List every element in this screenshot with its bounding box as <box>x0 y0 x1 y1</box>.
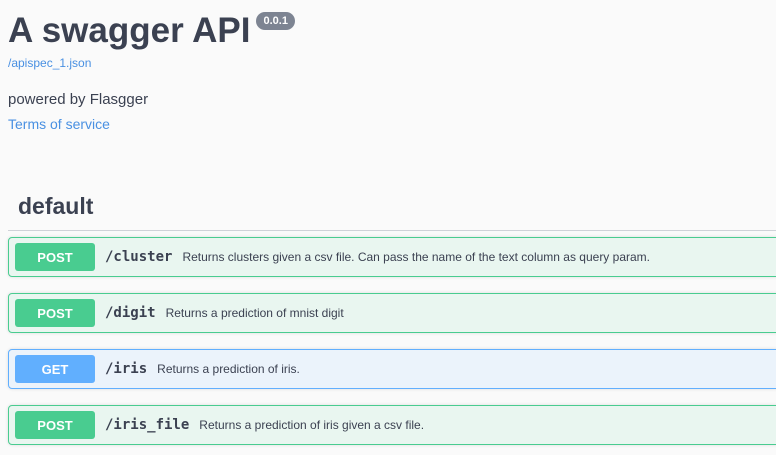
operation-path: /iris <box>105 361 148 377</box>
operation-path: /cluster <box>105 249 173 265</box>
tag-section-default[interactable]: default <box>8 186 776 231</box>
method-badge: POST <box>15 411 95 439</box>
operation-summary: Returns a prediction of iris given a csv… <box>199 418 425 432</box>
operation-get-iris[interactable]: GET /iris Returns a prediction of iris. <box>8 349 776 389</box>
operation-post-digit[interactable]: POST /digit Returns a prediction of mnis… <box>8 293 776 333</box>
operation-post-iris-file[interactable]: POST /iris_file Returns a prediction of … <box>8 405 776 445</box>
operation-summary: Returns clusters given a csv file. Can p… <box>182 250 650 264</box>
swagger-ui-page: A swagger API 0.0.1 /apispec_1.json powe… <box>0 0 776 455</box>
operation-path: /digit <box>105 305 156 321</box>
operation-summary: Returns a prediction of iris. <box>157 362 300 376</box>
method-badge: POST <box>15 243 95 271</box>
version-badge: 0.0.1 <box>256 12 295 30</box>
operation-summary: Returns a prediction of mnist digit <box>165 306 344 320</box>
operation-post-cluster[interactable]: POST /cluster Returns clusters given a c… <box>8 237 776 277</box>
method-badge: POST <box>15 299 95 327</box>
operation-path: /iris_file <box>105 417 190 433</box>
api-description: powered by Flasgger <box>8 91 149 108</box>
spec-url-link[interactable]: /apispec_1.json <box>8 56 91 70</box>
api-title: A swagger API <box>8 11 251 50</box>
terms-of-service-link[interactable]: Terms of service <box>8 115 110 133</box>
api-title-row: A swagger API 0.0.1 <box>8 10 295 52</box>
tag-name: default <box>18 193 94 219</box>
method-badge: GET <box>15 355 95 383</box>
